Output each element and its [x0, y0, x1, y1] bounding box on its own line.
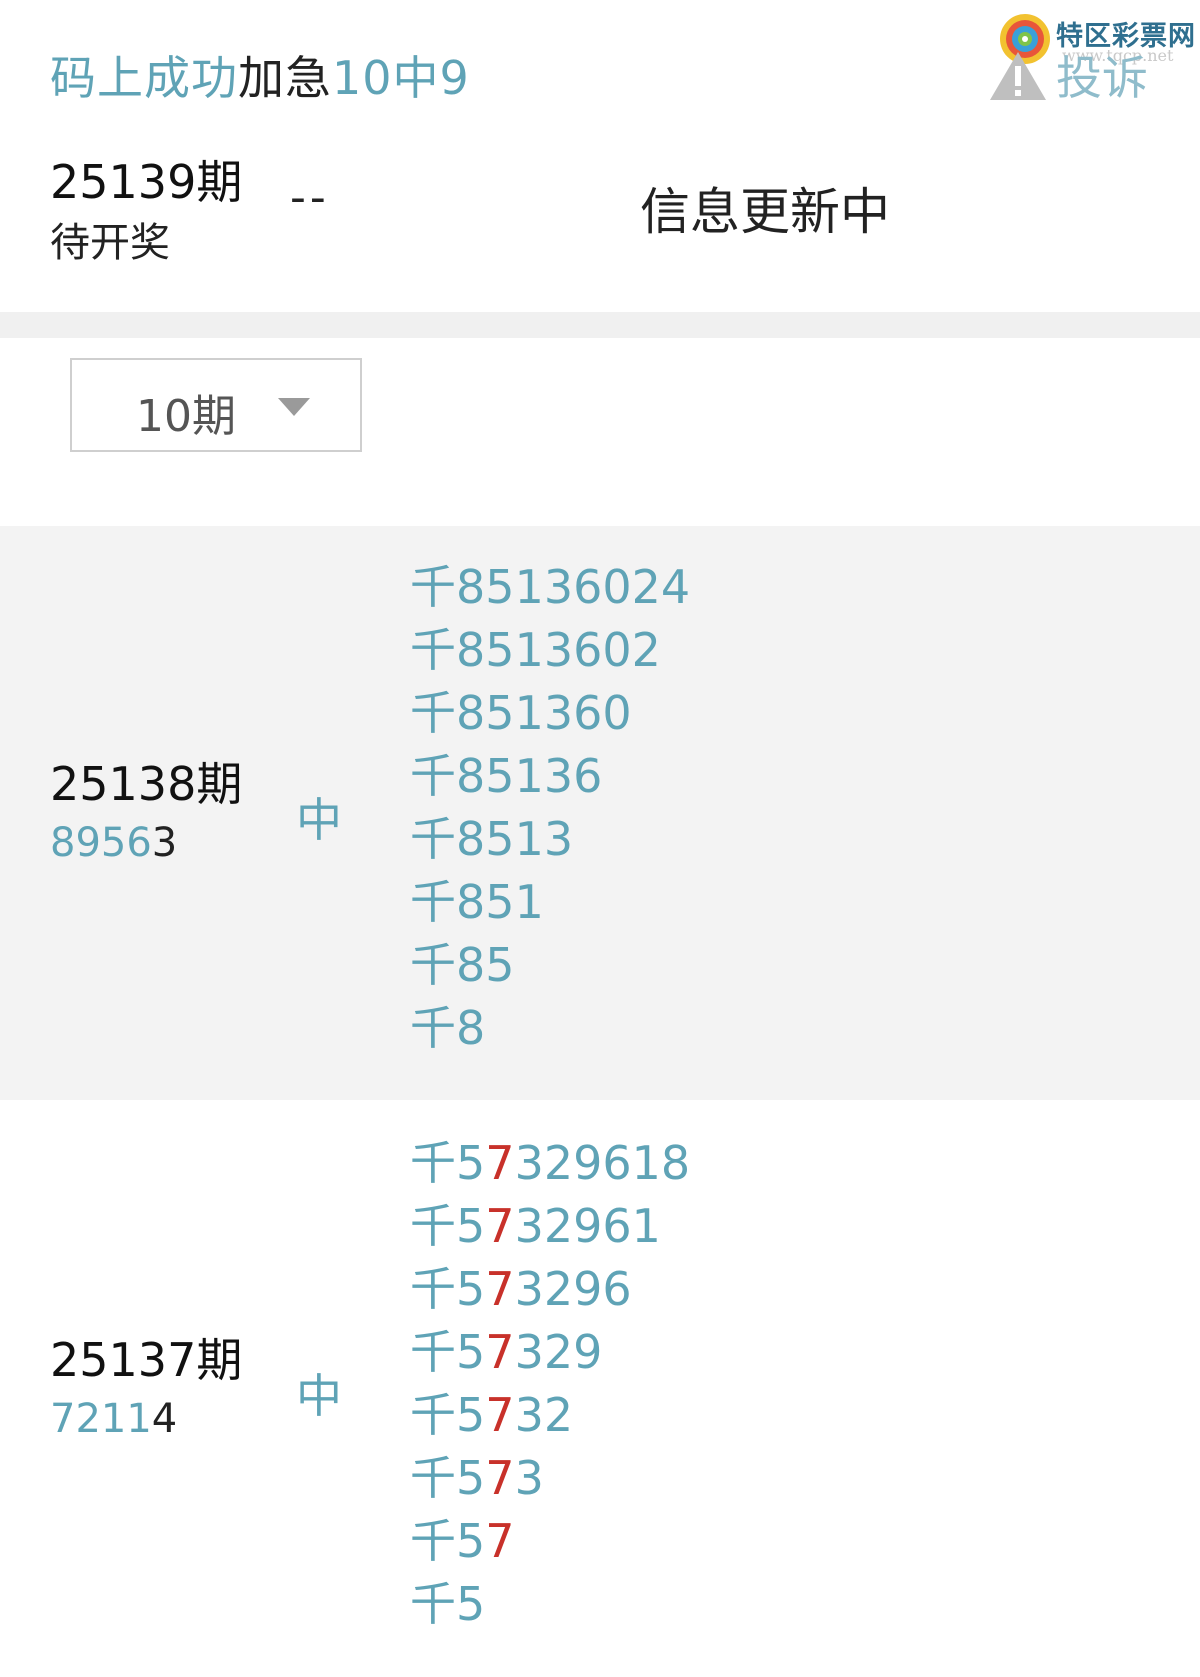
- caret-down-icon: [278, 398, 310, 416]
- pick-item: 千8513: [410, 812, 574, 866]
- pick-hit-digit: 7: [485, 1199, 515, 1253]
- pick-item: 千573: [410, 1451, 544, 1505]
- page-title: 码上成功加急10中9: [50, 42, 470, 108]
- record-picks: 千85136024 千8513602 千851360 千85136 千8513 千851 千…: [410, 556, 690, 1060]
- pick-item: 千57329618: [410, 1136, 691, 1190]
- period-select[interactable]: 10期: [70, 358, 362, 452]
- pick-hit-digit: 5: [485, 875, 515, 929]
- pick-item: 千57329: [410, 1325, 603, 1379]
- pick-item: 千8: [410, 1001, 486, 1055]
- pick-item: 千5732961: [410, 1199, 661, 1253]
- pick-hit-digit: 5: [485, 560, 515, 614]
- pick-item: 千57: [410, 1514, 515, 1568]
- pick-hit-digit: 7: [485, 1325, 515, 1379]
- pick-hit-digit: 5: [485, 686, 515, 740]
- record-row: 25138期 89563 中 千85136024 千8513602 千851360 千…: [0, 526, 1200, 1100]
- draw-prefix: 8956: [50, 820, 152, 866]
- pick-hit-digit: 7: [485, 1451, 515, 1505]
- record-issue: 25138期: [50, 757, 243, 811]
- pick-hit-digit: 7: [485, 1262, 515, 1316]
- pick-hit-digit: 5: [485, 812, 515, 866]
- pick-item: 千573296: [410, 1262, 632, 1316]
- record-draw-number: 72114: [50, 1396, 177, 1442]
- title-part-1: 码上成功: [50, 51, 238, 105]
- pick-item: 千5732: [410, 1388, 574, 1442]
- title-part-2: 加急: [238, 51, 332, 105]
- record-result: 中: [296, 793, 342, 847]
- record-issue: 25137期: [50, 1333, 243, 1387]
- section-divider: [0, 312, 1200, 338]
- current-status: 待开奖: [50, 220, 170, 266]
- title-part-3: 10中9: [332, 51, 470, 105]
- pick-hit-digit: 7: [485, 1136, 515, 1190]
- draw-prefix: 7211: [50, 1396, 152, 1442]
- pick-item: 千85136: [410, 749, 603, 803]
- pick-hit-digit: 7: [485, 1388, 515, 1442]
- record-draw-number: 89563: [50, 820, 177, 866]
- pick-hit-digit: 7: [485, 1514, 515, 1568]
- pick-item: 千85136024: [410, 560, 691, 614]
- period-select-value: 10期: [136, 391, 236, 442]
- draw-last-digit: 3: [151, 820, 178, 866]
- current-info: 信息更新中: [640, 183, 890, 241]
- pick-hit-digit: 5: [485, 749, 515, 803]
- draw-last-digit: 4: [151, 1396, 178, 1442]
- pick-hit-digit: 5: [485, 623, 515, 677]
- pick-item: 千851: [410, 875, 544, 929]
- pick-item: 千5: [410, 1577, 486, 1631]
- page-header: 码上成功加急10中9 特区彩票网 www.tqcp.net 投诉 25139期 …: [0, 0, 1200, 312]
- pick-item: 千8513602: [410, 623, 661, 677]
- record-result: 中: [296, 1369, 342, 1423]
- pick-item: 千851360: [410, 686, 632, 740]
- current-issue: 25139期: [50, 155, 243, 209]
- pick-hit-digit: 5: [485, 938, 515, 992]
- record-row: 25137期 72114 中 千57329618 千5732961 千573296 千…: [0, 1100, 1200, 1677]
- record-picks: 千57329618 千5732961 千573296 千57329 千5732 千573 千…: [410, 1132, 690, 1636]
- complain-label: 投诉: [1056, 51, 1148, 105]
- warning-icon: [990, 52, 1046, 100]
- current-dash: --: [290, 172, 330, 223]
- pick-item: 千85: [410, 938, 515, 992]
